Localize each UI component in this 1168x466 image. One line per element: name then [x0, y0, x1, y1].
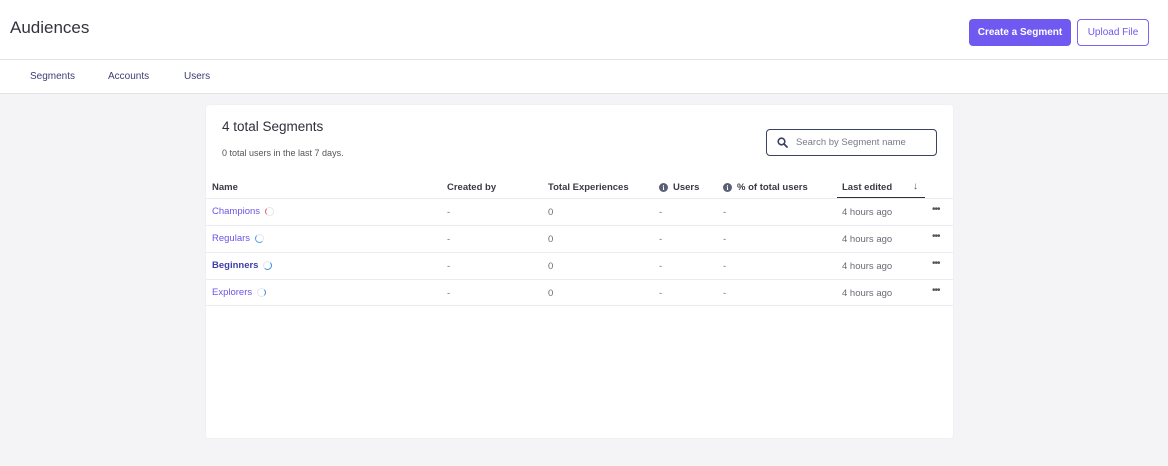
column-header-name[interactable]: Name: [212, 182, 238, 193]
column-header-pct-users[interactable]: i % of total users: [723, 182, 808, 193]
pct-users-cell: -: [723, 288, 727, 299]
segment-name-link[interactable]: Explorers: [212, 287, 267, 298]
segment-name-link[interactable]: Regulars: [212, 233, 265, 244]
users-cell: -: [659, 288, 663, 299]
loading-spinner-icon: [265, 207, 275, 216]
loading-spinner-icon: [263, 261, 273, 270]
tab-accounts[interactable]: Accounts: [108, 71, 149, 82]
table-row[interactable]: Regulars - 0 - - 4 hours ago •••: [206, 225, 953, 252]
table-row[interactable]: Explorers - 0 - - 4 hours ago •••: [206, 279, 953, 306]
tab-users[interactable]: Users: [184, 71, 210, 82]
more-options-icon[interactable]: •••: [932, 258, 940, 269]
segments-count-title: 4 total Segments: [222, 119, 324, 134]
search-icon: [777, 137, 788, 148]
total-experiences-cell: 0: [548, 234, 554, 245]
users-cell: -: [659, 207, 663, 218]
last-edited-cell: 4 hours ago: [842, 288, 893, 299]
table-row[interactable]: Champions - 0 - - 4 hours ago •••: [206, 198, 953, 225]
last-edited-cell: 4 hours ago: [842, 207, 893, 218]
total-experiences-cell: 0: [548, 288, 554, 299]
table-row[interactable]: Beginners - 0 - - 4 hours ago •••: [206, 252, 953, 279]
created-by-cell: -: [447, 234, 451, 245]
loading-spinner-icon: [257, 288, 267, 297]
segment-name-link[interactable]: Beginners: [212, 260, 273, 271]
more-options-icon[interactable]: •••: [932, 285, 940, 296]
segment-name-link[interactable]: Champions: [212, 206, 275, 217]
sort-descending-icon[interactable]: ↓: [913, 181, 918, 192]
created-by-cell: -: [447, 288, 451, 299]
loading-spinner-icon: [255, 234, 265, 243]
total-experiences-cell: 0: [548, 261, 554, 272]
more-options-icon[interactable]: •••: [932, 204, 940, 215]
page-header: Audiences Create a Segment Upload File: [0, 0, 1168, 60]
info-icon[interactable]: i: [659, 183, 668, 192]
tab-bar: Segments Accounts Users: [0, 60, 1168, 94]
column-header-users[interactable]: i Users: [659, 182, 699, 193]
column-header-last-edited[interactable]: Last edited: [842, 182, 892, 193]
tab-segments[interactable]: Segments: [30, 71, 75, 82]
page-title: Audiences: [10, 18, 90, 37]
pct-users-cell: -: [723, 207, 727, 218]
create-segment-button[interactable]: Create a Segment: [969, 19, 1071, 46]
more-options-icon[interactable]: •••: [932, 231, 940, 242]
users-cell: -: [659, 261, 663, 272]
last-edited-cell: 4 hours ago: [842, 234, 893, 245]
created-by-cell: -: [447, 261, 451, 272]
search-input[interactable]: [796, 135, 932, 150]
search-box[interactable]: [766, 129, 937, 156]
info-icon[interactable]: i: [723, 183, 732, 192]
created-by-cell: -: [447, 207, 451, 218]
total-experiences-cell: 0: [548, 207, 554, 218]
column-header-created-by[interactable]: Created by: [447, 182, 496, 193]
pct-users-cell: -: [723, 234, 727, 245]
pct-users-cell: -: [723, 261, 727, 272]
segments-card: 4 total Segments 0 total users in the la…: [206, 105, 953, 438]
last-edited-cell: 4 hours ago: [842, 261, 893, 272]
column-header-total-experiences[interactable]: Total Experiences: [548, 182, 629, 193]
users-cell: -: [659, 234, 663, 245]
upload-file-button[interactable]: Upload File: [1077, 19, 1149, 46]
users-summary: 0 total users in the last 7 days.: [222, 148, 344, 158]
